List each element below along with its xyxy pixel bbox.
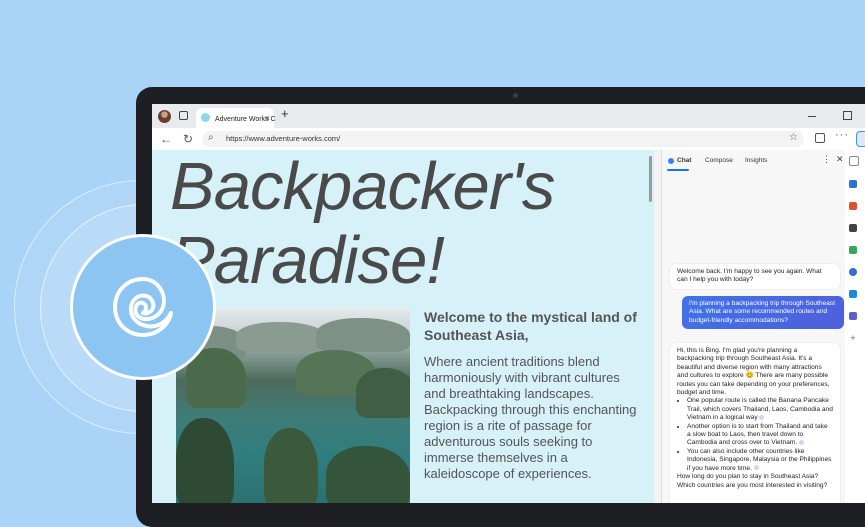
address-bar[interactable]: ⌕ https://www.adventure-works.com/ ☆ <box>202 131 804 147</box>
page-scrollbar[interactable] <box>649 156 652 202</box>
profile-avatar[interactable] <box>158 110 171 123</box>
title-bar: Adventure Works C × + <box>152 104 865 128</box>
headline-line-2: Paradise! <box>170 223 445 298</box>
citation-icon[interactable] <box>799 440 805 446</box>
active-tab-indicator <box>667 169 689 171</box>
answer-outro: How long do you plan to stay in Southeas… <box>677 473 828 489</box>
more-menu-icon[interactable]: ··· <box>835 129 849 141</box>
browser-window: Adventure Works C × + ← ↻ ⌕ https://www.… <box>152 104 865 503</box>
favorite-star-icon[interactable]: ☆ <box>789 132 798 143</box>
new-tab-button[interactable]: + <box>281 106 289 121</box>
nav-toolbar: ← ↻ ⌕ https://www.adventure-works.com/ ☆… <box>152 128 865 150</box>
bay-photo <box>176 308 410 503</box>
intro-body: Where ancient traditions blend harmoniou… <box>424 354 637 481</box>
shopping-app-icon[interactable] <box>849 202 857 210</box>
outlook-app-icon[interactable] <box>849 290 857 298</box>
tab-actions-icon[interactable] <box>179 111 188 120</box>
copilot-logo-icon <box>113 277 173 337</box>
sidebar-more-icon[interactable]: ⋮ <box>822 154 831 165</box>
answer-intro: Hi, this is Bing. I'm glad you're planni… <box>677 347 830 397</box>
tab-chat[interactable]: Chat <box>677 157 691 164</box>
page-headline: Backpacker's Paradise! <box>170 150 555 298</box>
url-text: https://www.adventure-works.com/ <box>226 134 341 143</box>
search-app-icon[interactable] <box>849 156 859 166</box>
site-favicon-icon <box>201 113 210 122</box>
welcome-message: Welcome back. I'm happy to see you again… <box>670 264 840 289</box>
maximize-window-icon[interactable] <box>843 111 852 120</box>
webcam <box>513 93 518 98</box>
sidebar-app-rail: + <box>845 150 865 503</box>
headline-line-1: Backpacker's <box>170 150 555 224</box>
games-app-icon[interactable] <box>849 246 857 254</box>
web-page: Backpacker's Paradise! Welcome to the my… <box>152 150 654 503</box>
list-item: One popular route is called the Banana P… <box>687 397 833 422</box>
tools-app-icon[interactable] <box>849 224 857 232</box>
back-arrow-icon[interactable]: ← <box>160 131 172 147</box>
user-message: I'm planning a backpacking trip through … <box>682 296 844 330</box>
collections-icon[interactable] <box>815 133 825 143</box>
list-item: Another option is to start from Thailand… <box>687 423 833 448</box>
tab-compose[interactable]: Compose <box>705 157 733 164</box>
discover-app-icon[interactable] <box>849 180 857 188</box>
browser-tab[interactable]: Adventure Works C × <box>196 108 276 128</box>
copilot-logo-badge <box>70 234 216 380</box>
close-tab-icon[interactable]: × <box>265 108 270 128</box>
citation-icon[interactable] <box>753 465 759 471</box>
intro-heading: Welcome to the mystical land of Southeas… <box>424 309 637 343</box>
sidebar-close-icon[interactable]: ✕ <box>836 154 844 165</box>
bing-answer: Hi, this is Bing. I'm glad you're planni… <box>670 343 840 503</box>
citation-icon[interactable] <box>759 415 765 420</box>
sidebar-tabs: Chat Compose Insights ⋮ ✕ <box>662 150 846 172</box>
tab-insights[interactable]: Insights <box>745 157 767 164</box>
copilot-sidebar: Chat Compose Insights ⋮ ✕ Welcome back. … <box>661 150 846 503</box>
copilot-toggle-icon[interactable] <box>856 131 865 147</box>
teams-app-icon[interactable] <box>849 312 857 320</box>
office-app-icon[interactable] <box>849 268 857 276</box>
search-icon: ⌕ <box>208 132 214 143</box>
refresh-icon[interactable]: ↻ <box>183 131 193 147</box>
answer-list: One popular route is called the Banana P… <box>677 397 833 473</box>
list-item: You can also include other countries lik… <box>687 448 833 473</box>
chat-icon <box>668 158 674 164</box>
minimize-window-icon[interactable] <box>808 116 816 117</box>
add-app-icon[interactable]: + <box>849 334 857 343</box>
